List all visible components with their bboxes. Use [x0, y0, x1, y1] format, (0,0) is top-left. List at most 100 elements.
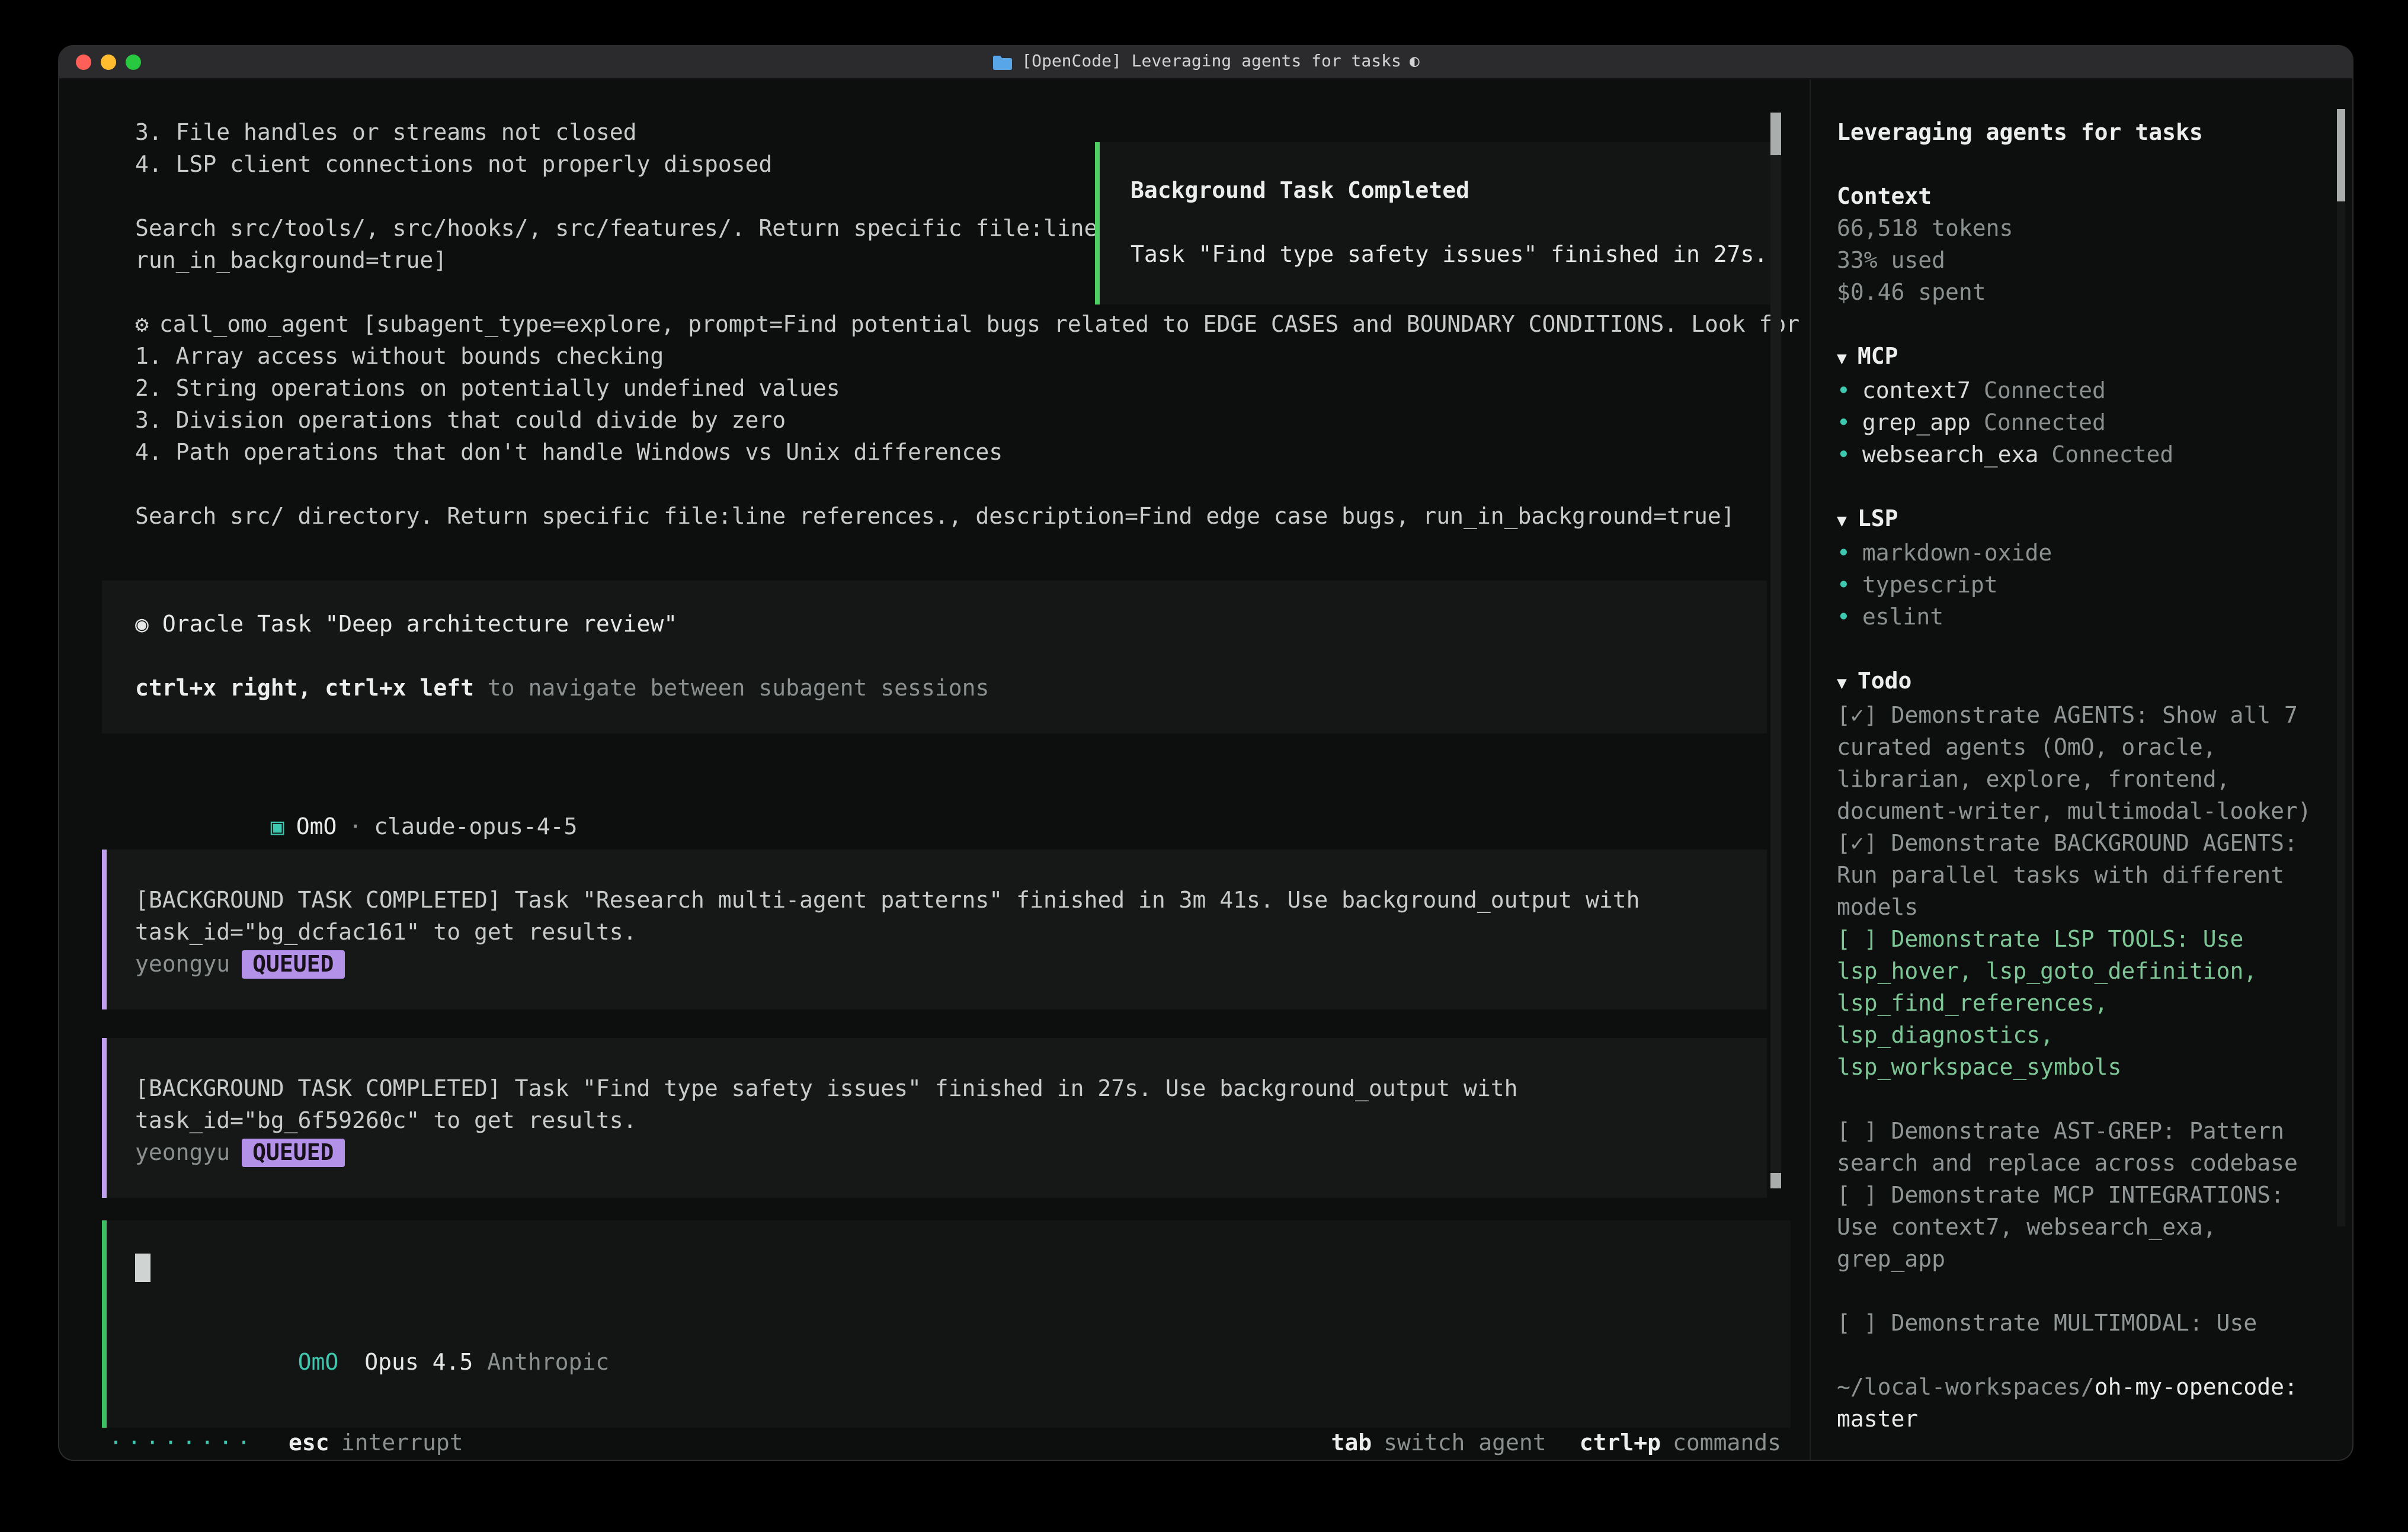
message-author: yeongyu — [135, 1140, 230, 1166]
screen: [OpenCode] Leveraging agents for tasks ◐… — [0, 0, 2408, 1532]
commands-hint: ctrl+p commands — [1580, 1428, 1781, 1460]
tab-hint: tab switch agent — [1331, 1428, 1546, 1460]
bullet-icon: • — [1837, 572, 1850, 598]
chevron-down-icon: ▼ — [1837, 350, 1847, 368]
spinner-dots: ········ — [109, 1428, 255, 1460]
queued-badge: QUEUED — [242, 1139, 344, 1167]
model-info-line: OmO Opus 4.5 Anthropic — [135, 1315, 1762, 1411]
chat-pane: Background Task Completed Task "Find typ… — [59, 79, 1810, 1460]
input-agent-label: OmO — [298, 1350, 339, 1376]
lsp-item: •markdown-oxide — [1837, 538, 2317, 570]
input-provider-label: Anthropic — [487, 1350, 609, 1376]
oracle-title: Oracle Task "Deep architecture review" — [162, 611, 677, 637]
tool-call-text: call_omo_agent [subagent_type=explore, p… — [159, 312, 1799, 338]
bullet-icon: • — [1837, 604, 1850, 630]
terminal-line: Search src/ directory. Return specific f… — [135, 501, 1757, 533]
sidebar-scrollbar-thumb[interactable] — [2337, 109, 2345, 201]
tool-call-head: ⚙call_omo_agent [subagent_type=explore, … — [135, 309, 1757, 341]
oracle-task-panel: ◉ Oracle Task "Deep architecture review"… — [102, 581, 1767, 733]
titlebar: [OpenCode] Leveraging agents for tasks ◐ — [59, 46, 2352, 79]
background-task-toast: Background Task Completed Task "Find typ… — [1095, 142, 1778, 305]
context-used: 33% used — [1837, 245, 2317, 277]
terminal-line — [135, 469, 1757, 501]
omo-agent-icon: ▣ — [271, 814, 284, 840]
window-title: [OpenCode] Leveraging agents for tasks — [1022, 46, 1401, 78]
toast-title: Background Task Completed — [1131, 175, 1747, 207]
todo-section: ▼Todo [✓] Demonstrate AGENTS: Show all 7… — [1837, 666, 2317, 1340]
close-button[interactable] — [76, 55, 91, 70]
terminal-line: 2. String operations on potentially unde… — [135, 373, 1757, 405]
main-scrollbar-thumb[interactable] — [1770, 113, 1781, 155]
progress-icon: ◐ — [1410, 46, 1420, 78]
workspace-path: ~/local-workspaces/oh-my-opencode: maste… — [1837, 1372, 2317, 1436]
mcp-item: •context7Connected — [1837, 376, 2317, 408]
message-card: [BACKGROUND TASK COMPLETED] Task "Resear… — [102, 850, 1767, 1009]
session-title: Leveraging agents for tasks — [1837, 117, 2317, 149]
lsp-item: •eslint — [1837, 602, 2317, 634]
context-section: Context 66,518 tokens 33% used $0.46 spe… — [1837, 181, 2317, 309]
context-tokens: 66,518 tokens — [1837, 213, 2317, 245]
mcp-heading[interactable]: ▼MCP — [1837, 341, 2317, 376]
message-author: yeongyu — [135, 951, 230, 977]
input-line[interactable] — [135, 1251, 1762, 1283]
status-bar: ········ esc interrupt tab switch agent c… — [59, 1428, 1810, 1460]
todo-item: [ ] Demonstrate AST-GREP: Pattern search… — [1837, 1116, 2317, 1180]
context-heading: Context — [1837, 181, 2317, 213]
switch-agent-label: switch agent — [1384, 1430, 1546, 1456]
bullet-icon: • — [1837, 442, 1850, 468]
message-line: task_id="bg_dcfac161" to get results. — [135, 917, 1738, 949]
message-line: task_id="bg_6f59260c" to get results. — [135, 1105, 1738, 1137]
mcp-section: ▼MCP •context7Connected •grep_appConnect… — [1837, 341, 2317, 472]
message-line: [BACKGROUND TASK COMPLETED] Task "Resear… — [135, 885, 1738, 917]
sidebar-scrollbar[interactable] — [2337, 109, 2345, 1226]
terminal-line: 3. Division operations that could divide… — [135, 405, 1757, 437]
input-model-label: Opus 4.5 — [364, 1350, 473, 1376]
chevron-down-icon: ▼ — [1837, 674, 1847, 693]
todo-item: [✓] Demonstrate BACKGROUND AGENTS: Run p… — [1837, 828, 2317, 924]
message-meta: yeongyu QUEUED — [135, 1137, 1738, 1169]
hint-text: to navigate between subagent sessions — [474, 675, 989, 701]
main-scrollbar-end[interactable] — [1770, 1173, 1781, 1188]
zoom-button[interactable] — [126, 55, 141, 70]
mcp-item: •websearch_exaConnected — [1837, 440, 2317, 472]
todo-item: [ ] Demonstrate MULTIMODAL: Use — [1837, 1308, 2317, 1340]
queued-badge: QUEUED — [242, 950, 344, 979]
todo-item: [ ] Demonstrate LSP TOOLS: Use lsp_hover… — [1837, 924, 2317, 1084]
terminal-line: 4. Path operations that don't handle Win… — [135, 437, 1757, 469]
fisheye-icon: ◉ — [135, 611, 149, 637]
message-card: [BACKGROUND TASK COMPLETED] Task "Find t… — [102, 1038, 1767, 1198]
gear-icon: ⚙ — [135, 312, 149, 338]
toast-body: Task "Find type safety issues" finished … — [1131, 239, 1747, 271]
agent-name: OmO — [296, 814, 337, 840]
lsp-item: •typescript — [1837, 570, 2317, 602]
interrupt-label: interrupt — [341, 1428, 463, 1460]
bullet-icon: • — [1837, 410, 1850, 436]
oracle-title-line: ◉ Oracle Task "Deep architecture review" — [135, 609, 1734, 641]
message-line: [BACKGROUND TASK COMPLETED] Task "Find t… — [135, 1073, 1738, 1105]
separator-dot: · — [348, 814, 362, 840]
todo-item: [ ] Demonstrate MCP INTEGRATIONS: Use co… — [1837, 1180, 2317, 1276]
hint-keys: ctrl+x right, ctrl+x left — [135, 675, 474, 701]
minimize-button[interactable] — [101, 55, 116, 70]
mcp-item: •grep_appConnected — [1837, 408, 2317, 440]
ctrlp-key-hint: ctrl+p — [1580, 1430, 1661, 1456]
prompt-input[interactable]: OmO Opus 4.5 Anthropic — [102, 1220, 1791, 1428]
workspace-branch: master — [1837, 1404, 2317, 1436]
traffic-lights — [76, 46, 141, 78]
agent-model: claude-opus-4-5 — [374, 814, 577, 840]
commands-label: commands — [1673, 1430, 1781, 1456]
text-cursor — [135, 1253, 150, 1281]
chevron-down-icon: ▼ — [1837, 512, 1847, 531]
bullet-icon: • — [1837, 378, 1850, 404]
main-scrollbar[interactable] — [1770, 113, 1781, 1188]
todo-heading[interactable]: ▼Todo — [1837, 666, 2317, 700]
lsp-section: ▼LSP •markdown-oxide •typescript •eslint — [1837, 504, 2317, 634]
tab-key-hint: tab — [1331, 1430, 1372, 1456]
esc-key-hint: esc — [289, 1428, 329, 1460]
folder-icon — [992, 54, 1013, 70]
todo-item: [✓] Demonstrate AGENTS: Show all 7 curat… — [1837, 700, 2317, 828]
workspace-dir: ~/local-workspaces/ — [1837, 1374, 2095, 1400]
context-spent: $0.46 spent — [1837, 277, 2317, 309]
tool-call-block: ⚙call_omo_agent [subagent_type=explore, … — [135, 309, 1757, 533]
lsp-heading[interactable]: ▼LSP — [1837, 504, 2317, 538]
